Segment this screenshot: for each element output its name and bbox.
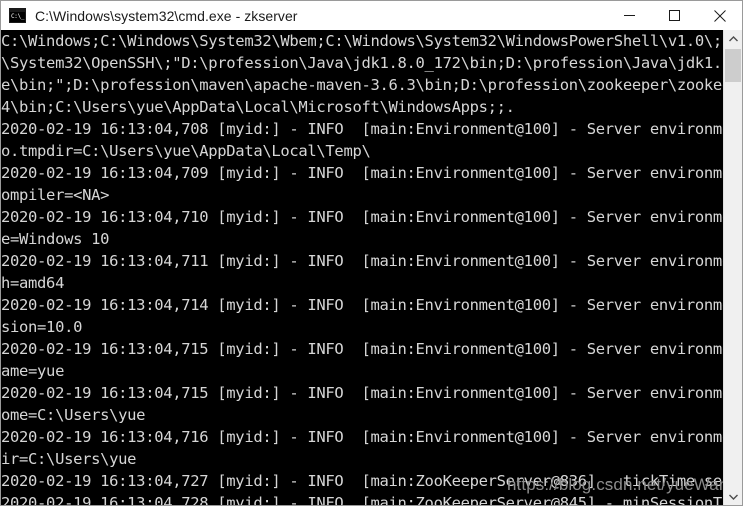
console-line: 2020-02-19 16:13:04,716 [myid:] - INFO [… [1, 428, 723, 446]
console-line: 2020-02-19 16:13:04,728 [myid:] - INFO [… [1, 494, 723, 506]
vertical-scrollbar[interactable] [723, 30, 742, 505]
scrollbar-thumb[interactable] [725, 49, 741, 82]
console-line: 4\bin;C:\Users\yue\AppData\Local\Microso… [1, 98, 515, 116]
console-line: o.tmpdir=C:\Users\yue\AppData\Local\Temp… [1, 142, 371, 160]
console-line: 2020-02-19 16:13:04,714 [myid:] - INFO [… [1, 296, 723, 314]
maximize-button[interactable] [652, 1, 697, 30]
console-icon-screen: C:\_ [10, 12, 25, 22]
console-line: ame=yue [1, 362, 65, 380]
console-line: h=amd64 [1, 274, 65, 292]
console-line: 2020-02-19 16:13:04,727 [myid:] - INFO [… [1, 472, 723, 490]
console-line: ir=C:\Users\yue [1, 450, 137, 468]
console-line: 2020-02-19 16:13:04,711 [myid:] - INFO [… [1, 252, 723, 270]
console-line: 2020-02-19 16:13:04,708 [myid:] - INFO [… [1, 120, 723, 138]
console-line: e=Windows 10 [1, 230, 110, 248]
console-line: ompiler=<NA> [1, 186, 110, 204]
console-line: \System32\OpenSSH\;"D:\profession\Java\j… [1, 54, 723, 72]
console-output-area[interactable]: C:\Windows;C:\Windows\System32\Wbem;C:\W… [1, 30, 723, 506]
console-line: 2020-02-19 16:13:04,709 [myid:] - INFO [… [1, 164, 723, 182]
console-line: C:\Windows;C:\Windows\System32\Wbem;C:\W… [1, 32, 723, 50]
console-text: C:\Windows;C:\Windows\System32\Wbem;C:\W… [1, 30, 723, 506]
window-controls [607, 1, 742, 30]
console-line: 2020-02-19 16:13:04,715 [myid:] - INFO [… [1, 384, 723, 402]
console-line: 2020-02-19 16:13:04,710 [myid:] - INFO [… [1, 208, 723, 226]
minimize-button[interactable] [607, 1, 652, 30]
scroll-up-arrow-icon[interactable] [724, 30, 742, 48]
console-line: e\bin;";D:\profession\maven\apache-maven… [1, 76, 723, 94]
cmd-window: C:\_ C:\Windows\system32\cmd.exe - zkser… [0, 0, 743, 506]
console-icon: C:\_ [9, 8, 26, 23]
console-line: ome=C:\Users\yue [1, 406, 146, 424]
window-title: C:\Windows\system32\cmd.exe - zkserver [35, 7, 298, 24]
console-line: sion=10.0 [1, 318, 83, 336]
console-line: 2020-02-19 16:13:04,715 [myid:] - INFO [… [1, 340, 723, 358]
close-button[interactable] [697, 1, 742, 30]
scroll-down-arrow-icon[interactable] [724, 488, 742, 505]
